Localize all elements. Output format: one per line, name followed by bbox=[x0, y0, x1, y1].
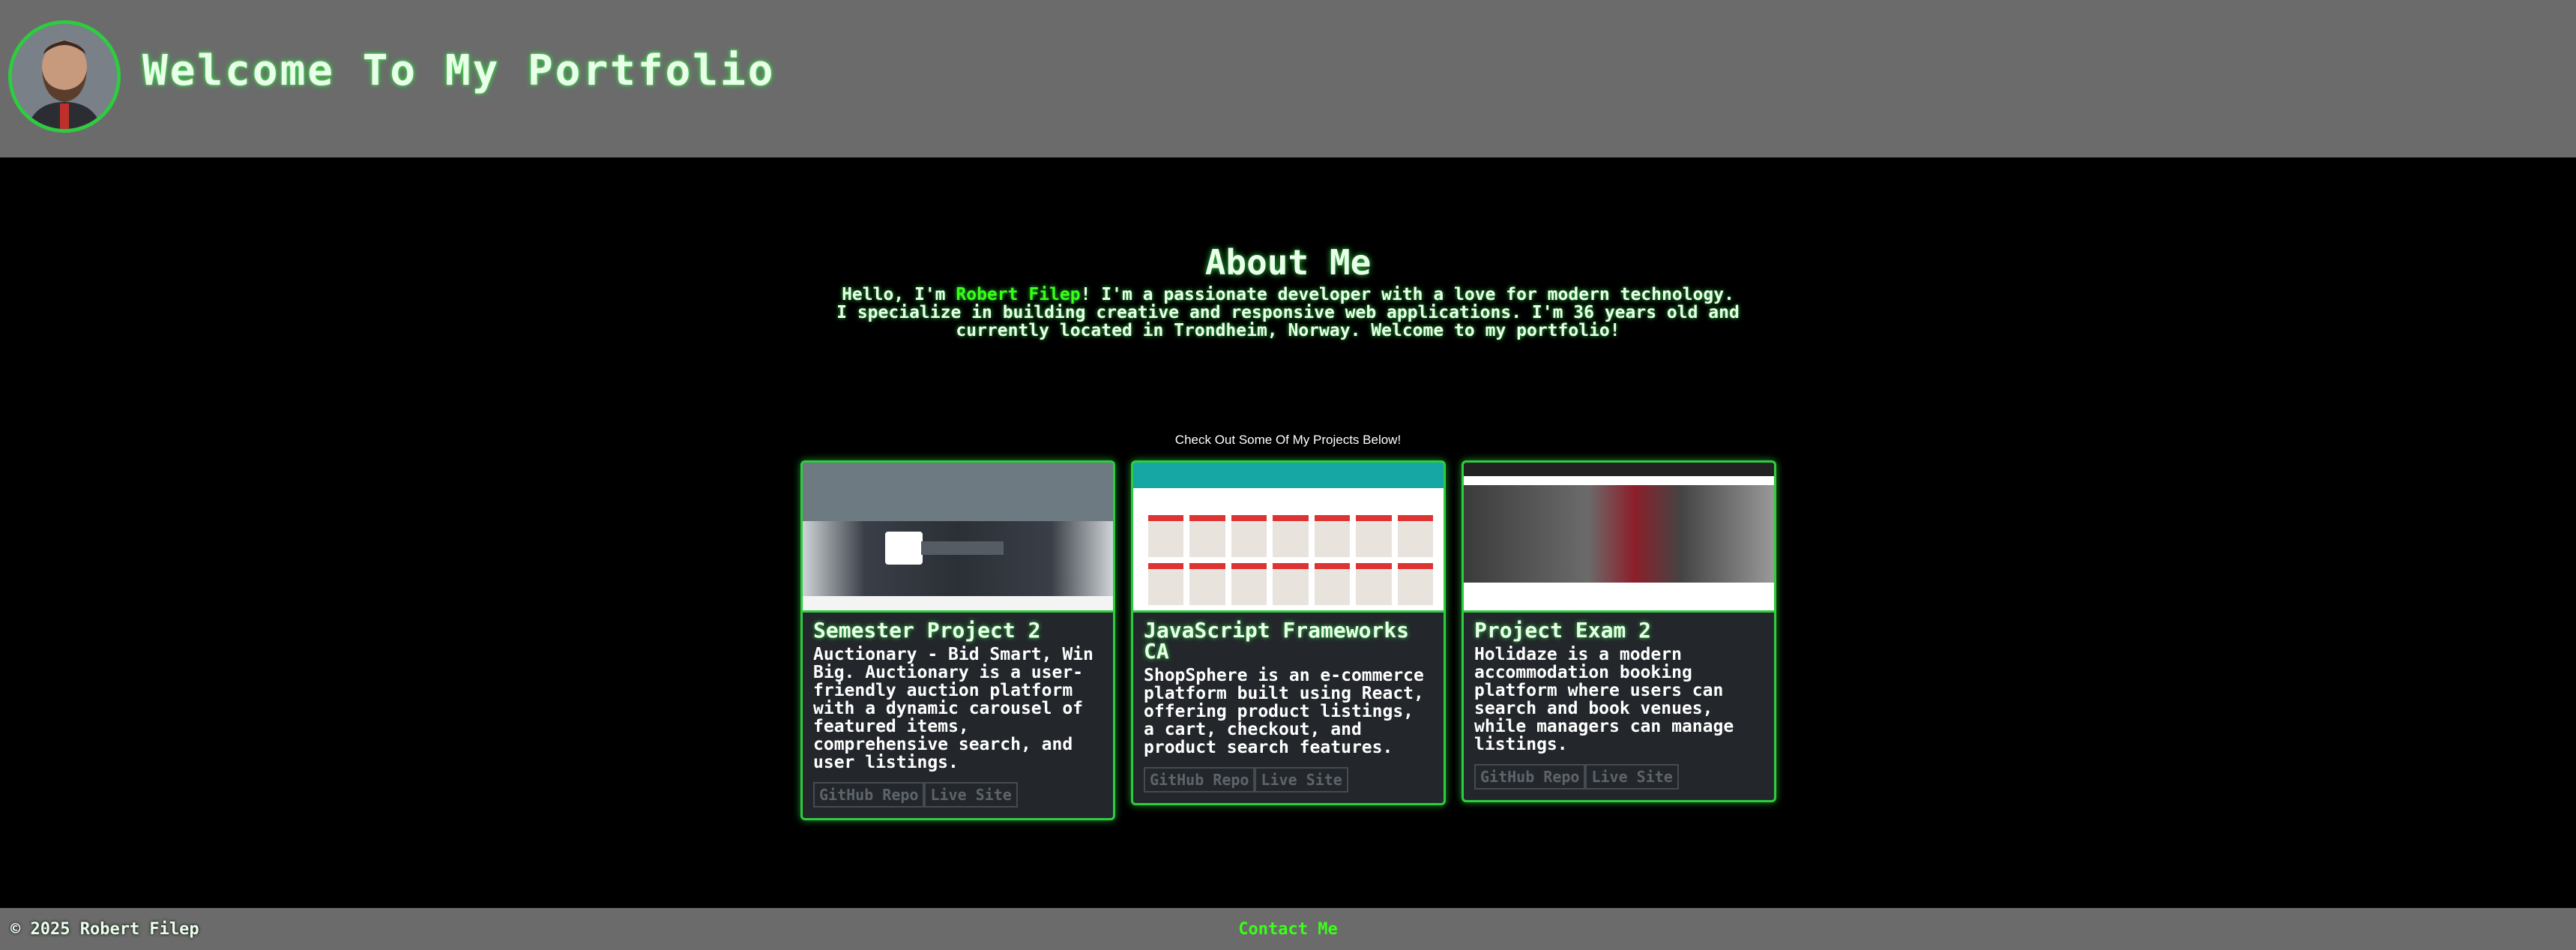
project-title: Project Exam 2 bbox=[1474, 618, 1652, 643]
github-repo-button[interactable]: GitHub Repo bbox=[1144, 767, 1255, 793]
contact-link[interactable]: Contact Me bbox=[0, 920, 2576, 939]
github-repo-button[interactable]: GitHub Repo bbox=[1474, 764, 1586, 790]
project-card: JavaScript Frameworks CA ShopSphere is a… bbox=[1131, 460, 1446, 805]
about-heading: About Me bbox=[1204, 242, 1372, 283]
about-text: Hello, I'm Robert Filep! I'm a passionat… bbox=[836, 286, 1740, 340]
author-name: Robert Filep bbox=[956, 285, 1081, 304]
project-card: Project Exam 2 Holidaze is a modern acco… bbox=[1462, 460, 1776, 802]
project-thumbnail[interactable] bbox=[1133, 463, 1444, 613]
profile-photo bbox=[12, 24, 117, 129]
site-footer: © 2025 Robert Filep Contact Me bbox=[0, 908, 2576, 950]
project-thumbnail[interactable] bbox=[803, 463, 1113, 613]
avatar bbox=[8, 20, 121, 133]
project-title: JavaScript Frameworks CA bbox=[1144, 618, 1410, 664]
project-thumbnail[interactable] bbox=[1464, 463, 1774, 613]
live-site-button[interactable]: Live Site bbox=[1255, 767, 1348, 793]
project-description: Auctionary - Bid Smart, Win Big. Auction… bbox=[813, 645, 1094, 772]
live-site-button[interactable]: Live Site bbox=[1585, 764, 1679, 790]
project-card: Semester Project 2 Auctionary - Bid Smar… bbox=[800, 460, 1115, 820]
github-repo-button[interactable]: GitHub Repo bbox=[813, 782, 925, 808]
project-description: ShopSphere is an e-commerce platform bui… bbox=[1144, 666, 1424, 757]
project-description: Holidaze is a modern accommodation booki… bbox=[1474, 645, 1734, 754]
site-header: Welcome To My Portfolio bbox=[0, 0, 2576, 157]
project-title: Semester Project 2 bbox=[813, 618, 1041, 643]
live-site-button[interactable]: Live Site bbox=[924, 782, 1018, 808]
projects-intro: Check Out Some Of My Projects Below! bbox=[1174, 433, 1402, 447]
site-title: Welcome To My Portfolio bbox=[142, 46, 776, 95]
about-text-intro: Hello, I'm bbox=[842, 285, 956, 304]
